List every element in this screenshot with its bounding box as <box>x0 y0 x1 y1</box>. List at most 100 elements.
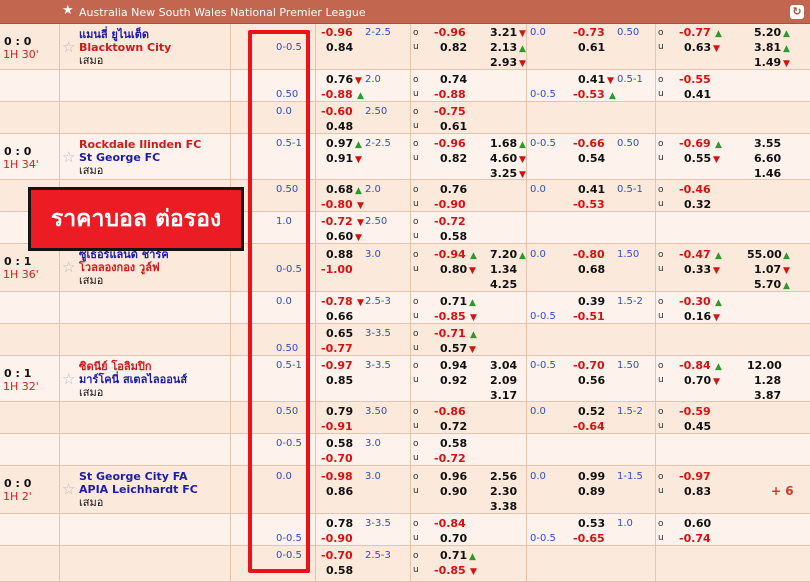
odds-value[interactable]: -0.72 <box>321 215 353 228</box>
odds-value[interactable]: 0.55 <box>684 152 711 165</box>
league-header[interactable]: ★ Australia New South Wales National Pre… <box>0 0 810 24</box>
odds-value[interactable]: 0.58 <box>440 437 467 450</box>
odds-value[interactable]: 0.68 <box>326 183 353 196</box>
odds-value[interactable]: 5.70 <box>754 278 781 291</box>
odds-value[interactable]: 2.93 <box>490 56 517 69</box>
favorite-star-icon[interactable]: ☆ <box>62 150 75 165</box>
odds-value[interactable]: 0.58 <box>440 230 467 243</box>
odds-value[interactable]: 0.72 <box>440 420 467 433</box>
odds-value[interactable]: 6.60 <box>754 152 781 165</box>
odds-value[interactable]: 3.25 <box>490 167 517 180</box>
odds-value[interactable]: -0.74 <box>679 532 711 545</box>
away-team-name[interactable]: Blacktown City <box>79 41 171 54</box>
odds-value[interactable]: -0.73 <box>573 26 605 39</box>
odds-value[interactable]: 0.65 <box>326 327 353 340</box>
odds-value[interactable]: -0.96 <box>434 26 466 39</box>
odds-value[interactable]: 0.94 <box>440 359 467 372</box>
odds-value[interactable]: -0.96 <box>434 137 466 150</box>
odds-value[interactable]: -0.30 <box>679 295 711 308</box>
favorite-star-icon[interactable]: ☆ <box>62 372 75 387</box>
odds-value[interactable]: -0.94 <box>434 248 466 261</box>
odds-value[interactable]: 0.60 <box>684 517 711 530</box>
odds-value[interactable]: 0.45 <box>684 420 711 433</box>
odds-value[interactable]: 7.20 <box>490 248 517 261</box>
odds-value[interactable]: 0.57 <box>440 342 467 355</box>
odds-value[interactable]: 0.82 <box>440 41 467 54</box>
odds-value[interactable]: -0.69 <box>679 137 711 150</box>
odds-value[interactable]: 0.60 <box>326 230 353 243</box>
odds-value[interactable]: 0.89 <box>578 485 605 498</box>
odds-value[interactable]: -0.53 <box>573 198 605 211</box>
odds-value[interactable]: 0.99 <box>578 470 605 483</box>
odds-value[interactable]: -0.88 <box>321 88 353 101</box>
odds-value[interactable]: 0.56 <box>578 374 605 387</box>
odds-value[interactable]: 12.00 <box>747 359 782 372</box>
odds-value[interactable]: -0.84 <box>434 517 466 530</box>
odds-value[interactable]: 0.71 <box>440 549 467 562</box>
odds-value[interactable]: 0.53 <box>578 517 605 530</box>
odds-value[interactable]: 0.16 <box>684 310 711 323</box>
odds-value[interactable]: 1.07 <box>754 263 781 276</box>
odds-value[interactable]: 3.55 <box>754 137 781 150</box>
odds-value[interactable]: 5.20 <box>754 26 781 39</box>
odds-value[interactable]: -0.70 <box>321 549 353 562</box>
odds-value[interactable]: -0.47 <box>679 248 711 261</box>
odds-value[interactable]: 0.92 <box>440 374 467 387</box>
home-team-name[interactable]: แมนลี่ ยูไนเต็ด <box>79 28 149 41</box>
odds-value[interactable]: 0.74 <box>440 73 467 86</box>
odds-value[interactable]: 0.97 <box>326 137 353 150</box>
odds-value[interactable]: -0.90 <box>321 532 353 545</box>
odds-value[interactable]: 0.32 <box>684 198 711 211</box>
away-team-name[interactable]: St George FC <box>79 151 160 164</box>
odds-value[interactable]: 3.04 <box>490 359 517 372</box>
odds-value[interactable]: 3.81 <box>754 41 781 54</box>
odds-value[interactable]: 0.86 <box>326 485 353 498</box>
odds-value[interactable]: 0.61 <box>578 41 605 54</box>
odds-value[interactable]: -0.77 <box>321 342 353 355</box>
odds-value[interactable]: 3.38 <box>490 500 517 513</box>
favorite-star-icon[interactable]: ☆ <box>62 482 75 497</box>
odds-value[interactable]: 0.41 <box>578 183 605 196</box>
odds-value[interactable]: -0.59 <box>679 405 711 418</box>
odds-value[interactable]: -0.88 <box>434 88 466 101</box>
odds-value[interactable]: -0.90 <box>434 198 466 211</box>
odds-value[interactable]: -0.53 <box>573 88 605 101</box>
favorite-star-icon[interactable]: ☆ <box>62 40 75 55</box>
odds-value[interactable]: 1.49 <box>754 56 781 69</box>
odds-value[interactable]: -1.00 <box>321 263 353 276</box>
odds-value[interactable]: -0.85 <box>434 310 466 323</box>
odds-value[interactable]: 0.58 <box>326 437 353 450</box>
odds-value[interactable]: 4.25 <box>490 278 517 291</box>
away-team-name[interactable]: โวลลองกอง วูล์ฟ <box>79 261 160 274</box>
odds-value[interactable]: 0.70 <box>440 532 467 545</box>
odds-value[interactable]: 0.54 <box>578 152 605 165</box>
odds-value[interactable]: 55.00 <box>747 248 782 261</box>
odds-value[interactable]: -0.78 <box>321 295 353 308</box>
away-team-name[interactable]: APIA Leichhardt FC <box>79 483 198 496</box>
odds-value[interactable]: 1.34 <box>490 263 517 276</box>
odds-value[interactable]: 0.66 <box>326 310 353 323</box>
home-team-name[interactable]: Rockdale Ilinden FC <box>79 138 201 151</box>
odds-value[interactable]: 2.09 <box>490 374 517 387</box>
refresh-icon[interactable]: ↻ <box>790 5 804 19</box>
odds-value[interactable]: -0.72 <box>434 215 466 228</box>
odds-value[interactable]: -0.77 <box>679 26 711 39</box>
odds-value[interactable]: -0.80 <box>321 198 353 211</box>
odds-value[interactable]: 0.80 <box>440 263 467 276</box>
odds-value[interactable]: -0.86 <box>434 405 466 418</box>
odds-value[interactable]: 0.41 <box>578 73 605 86</box>
odds-value[interactable]: 0.90 <box>440 485 467 498</box>
odds-value[interactable]: 0.61 <box>440 120 467 133</box>
odds-value[interactable]: 0.79 <box>326 405 353 418</box>
odds-value[interactable]: -0.55 <box>679 73 711 86</box>
odds-value[interactable]: 0.91 <box>326 152 353 165</box>
odds-value[interactable]: 3.17 <box>490 389 517 402</box>
odds-value[interactable]: 0.84 <box>326 41 353 54</box>
odds-value[interactable]: 2.56 <box>490 470 517 483</box>
odds-value[interactable]: -0.75 <box>434 105 466 118</box>
favorite-star-icon[interactable]: ☆ <box>62 260 75 275</box>
odds-value[interactable]: 2.30 <box>490 485 517 498</box>
odds-value[interactable]: 0.70 <box>684 374 711 387</box>
odds-value[interactable]: 0.58 <box>326 564 353 577</box>
odds-value[interactable]: 4.60 <box>490 152 517 165</box>
